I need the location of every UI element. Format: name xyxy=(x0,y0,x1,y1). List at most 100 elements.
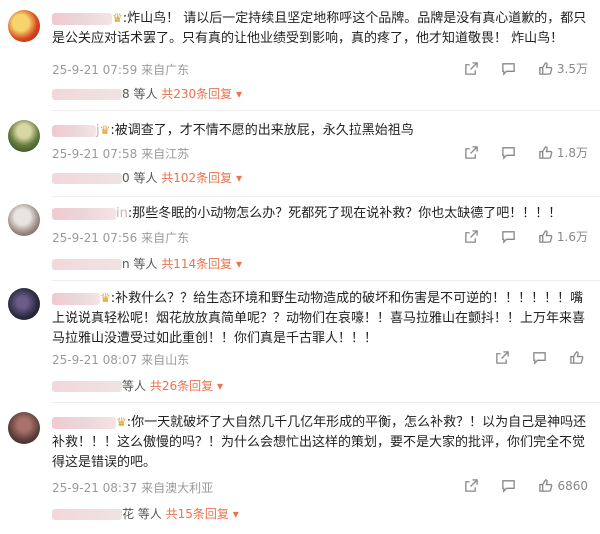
replier-names xyxy=(52,89,122,100)
share-button[interactable] xyxy=(495,350,510,365)
replies-count[interactable]: 共114条回复 xyxy=(161,257,232,271)
like-count: 1.8万 xyxy=(556,146,588,160)
comment-icon xyxy=(502,480,516,493)
comment-body: j♛:被调查了，才不情不愿的出来放屁，永久拉黑始祖鸟 xyxy=(52,120,588,141)
replies-count[interactable]: 共26条回复 xyxy=(150,379,213,393)
like-count: 6860 xyxy=(557,478,588,493)
avatar[interactable] xyxy=(8,412,40,444)
username[interactable] xyxy=(52,292,100,305)
replies-count[interactable]: 共102条回复 xyxy=(161,171,232,185)
divider xyxy=(52,110,600,111)
comment-location: 来自澳大利亚 xyxy=(141,481,214,495)
username[interactable] xyxy=(52,416,116,429)
comment-meta: 25-9-21 08:07 来自山东 xyxy=(52,352,189,368)
comment-date: 25-9-21 08:07 xyxy=(52,353,138,367)
avatar[interactable] xyxy=(8,10,40,42)
share-button[interactable] xyxy=(464,145,479,160)
comment-location: 来自江苏 xyxy=(141,147,190,161)
crown-icon: ♛ xyxy=(112,11,123,25)
like-button[interactable]: 3.5万 xyxy=(538,60,588,77)
comment-location: 来自广东 xyxy=(141,63,190,77)
divider xyxy=(52,196,600,197)
comment-text: :补救什么？？给生态环境和野生动物造成的破坏和伤害是不可逆的！！！！！！嘴上说说… xyxy=(52,291,586,346)
comment-button[interactable] xyxy=(501,229,516,244)
comment-actions: 3.5万 xyxy=(464,60,588,77)
replies-summary[interactable]: n 等人 共114条回复 ▾ xyxy=(52,256,242,272)
comment-text: :那些冬眠的小动物怎么办？死都死了现在说补救？你也太缺德了吧！！！！ xyxy=(127,206,562,221)
comment-meta: 25-9-21 07:58 来自江苏 xyxy=(52,146,189,162)
avatar[interactable] xyxy=(8,120,40,152)
like-icon xyxy=(539,146,553,159)
avatar[interactable] xyxy=(8,288,40,320)
username[interactable] xyxy=(52,12,112,25)
share-button[interactable] xyxy=(464,478,479,493)
comment-meta: 25-9-21 07:59 来自广东 xyxy=(52,62,189,78)
username[interactable] xyxy=(52,207,116,220)
replies-summary[interactable]: 等人 共26条回复 ▾ xyxy=(52,378,223,394)
replies-count[interactable]: 共15条回复 xyxy=(166,507,229,521)
comment-location: 来自山东 xyxy=(141,353,190,367)
comment-text: :炸山鸟！ 请以后一定持续且坚定地称呼这个品牌。品牌是没有真心道歉的，都只是公关… xyxy=(52,11,587,46)
caret-down-icon[interactable]: ▾ xyxy=(213,379,223,393)
comment-button[interactable] xyxy=(501,61,516,76)
avatar[interactable] xyxy=(8,204,40,236)
like-button[interactable] xyxy=(569,350,588,365)
comment-actions xyxy=(495,350,588,365)
divider xyxy=(52,280,600,281)
like-count: 1.6万 xyxy=(556,230,588,244)
comment-actions: 6860 xyxy=(464,478,588,493)
replier-names xyxy=(52,173,122,184)
like-icon xyxy=(539,62,553,75)
like-icon xyxy=(539,479,553,492)
comment-button[interactable] xyxy=(501,478,516,493)
comment-icon xyxy=(502,147,515,160)
caret-down-icon[interactable]: ▾ xyxy=(232,87,242,101)
comment-body: ♛:你一天就破坏了大自然几千几亿年形成的平衡，怎么补救？！以为自己是神吗还补救！… xyxy=(52,412,588,473)
crown-icon: ♛ xyxy=(99,123,111,137)
replies-summary[interactable]: 0 等人 共102条回复 ▾ xyxy=(52,170,242,186)
comment-icon xyxy=(533,352,546,365)
like-icon xyxy=(570,351,584,364)
divider xyxy=(52,402,600,403)
comment-date: 25-9-21 08:37 xyxy=(52,481,138,495)
comment-date: 25-9-21 07:56 xyxy=(52,231,138,245)
replier-names xyxy=(52,259,122,270)
comment-body: ♛:炸山鸟！ 请以后一定持续且坚定地称呼这个品牌。品牌是没有真心道歉的，都只是公… xyxy=(52,8,588,49)
comment-text: :被调查了，才不情不愿的出来放屁，永久拉黑始祖鸟 xyxy=(110,123,414,138)
share-button[interactable] xyxy=(464,229,479,244)
crown-icon: ♛ xyxy=(116,415,127,429)
like-button[interactable]: 1.8万 xyxy=(538,144,588,161)
comment-body: ♛:补救什么？？给生态环境和野生动物造成的破坏和伤害是不可逆的！！！！！！嘴上说… xyxy=(52,288,588,349)
caret-down-icon[interactable]: ▾ xyxy=(232,257,242,271)
comment-body: in:那些冬眠的小动物怎么办？死都死了现在说补救？你也太缺德了吧！！！！ xyxy=(52,204,588,224)
share-icon xyxy=(465,479,479,492)
share-icon xyxy=(465,62,478,75)
share-icon xyxy=(465,230,478,243)
replier-names xyxy=(52,509,122,520)
crown-icon: ♛ xyxy=(100,291,111,305)
replier-names xyxy=(52,381,122,392)
comment-text: :你一天就破坏了大自然几千几亿年形成的平衡，怎么补救？！以为自己是神吗还补救！！… xyxy=(52,415,587,470)
like-icon xyxy=(539,230,553,243)
comment-date: 25-9-21 07:58 xyxy=(52,147,138,161)
comment-button[interactable] xyxy=(532,350,547,365)
comment-meta: 25-9-21 08:37 来自澳大利亚 xyxy=(52,480,213,496)
username[interactable] xyxy=(52,124,96,137)
like-button[interactable]: 1.6万 xyxy=(538,228,588,245)
comment-icon xyxy=(502,63,515,76)
share-icon xyxy=(465,146,478,159)
caret-down-icon[interactable]: ▾ xyxy=(229,507,239,521)
comment-date: 25-9-21 07:59 xyxy=(52,63,138,77)
caret-down-icon[interactable]: ▾ xyxy=(232,171,242,185)
like-button[interactable]: 6860 xyxy=(538,478,588,493)
replies-count[interactable]: 共230条回复 xyxy=(161,87,232,101)
share-button[interactable] xyxy=(464,61,479,76)
comment-button[interactable] xyxy=(501,145,516,160)
comment-actions: 1.6万 xyxy=(464,228,588,245)
comment-location: 来自广东 xyxy=(141,231,190,245)
replies-summary[interactable]: 花 等人 共15条回复 ▾ xyxy=(52,506,239,522)
comment-meta: 25-9-21 07:56 来自广东 xyxy=(52,230,189,246)
replies-summary[interactable]: 8 等人 共230条回复 ▾ xyxy=(52,86,242,102)
like-count: 3.5万 xyxy=(556,62,588,76)
comment-icon xyxy=(502,231,515,244)
